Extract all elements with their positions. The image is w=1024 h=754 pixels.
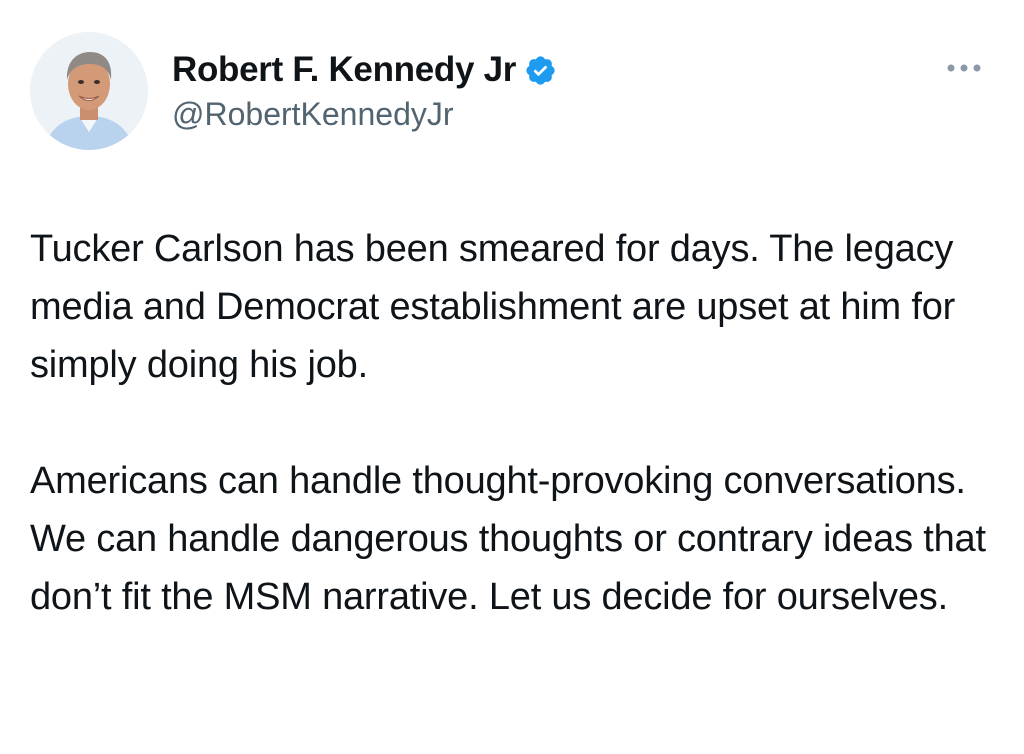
tweet-card[interactable]: Robert F. Kennedy Jr @RobertKennedyJr Tu… xyxy=(0,0,1024,754)
verified-badge-icon xyxy=(524,54,557,87)
profile-photo xyxy=(30,32,148,150)
tweet-text: Tucker Carlson has been smeared for days… xyxy=(30,220,990,626)
author-display-name[interactable]: Robert F. Kennedy Jr xyxy=(172,50,516,90)
more-options-icon xyxy=(947,64,981,72)
name-row: Robert F. Kennedy Jr xyxy=(172,48,557,92)
tweet-paragraph-2: Americans can handle thought-provoking c… xyxy=(30,460,986,618)
avatar[interactable] xyxy=(30,32,148,150)
tweet-paragraph-1: Tucker Carlson has been smeared for days… xyxy=(30,228,956,386)
tweet-header: Robert F. Kennedy Jr @RobertKennedyJr xyxy=(30,32,994,152)
more-options-button[interactable] xyxy=(942,56,986,80)
author-handle[interactable]: @RobertKennedyJr xyxy=(172,96,557,133)
author-block: Robert F. Kennedy Jr @RobertKennedyJr xyxy=(172,48,557,133)
